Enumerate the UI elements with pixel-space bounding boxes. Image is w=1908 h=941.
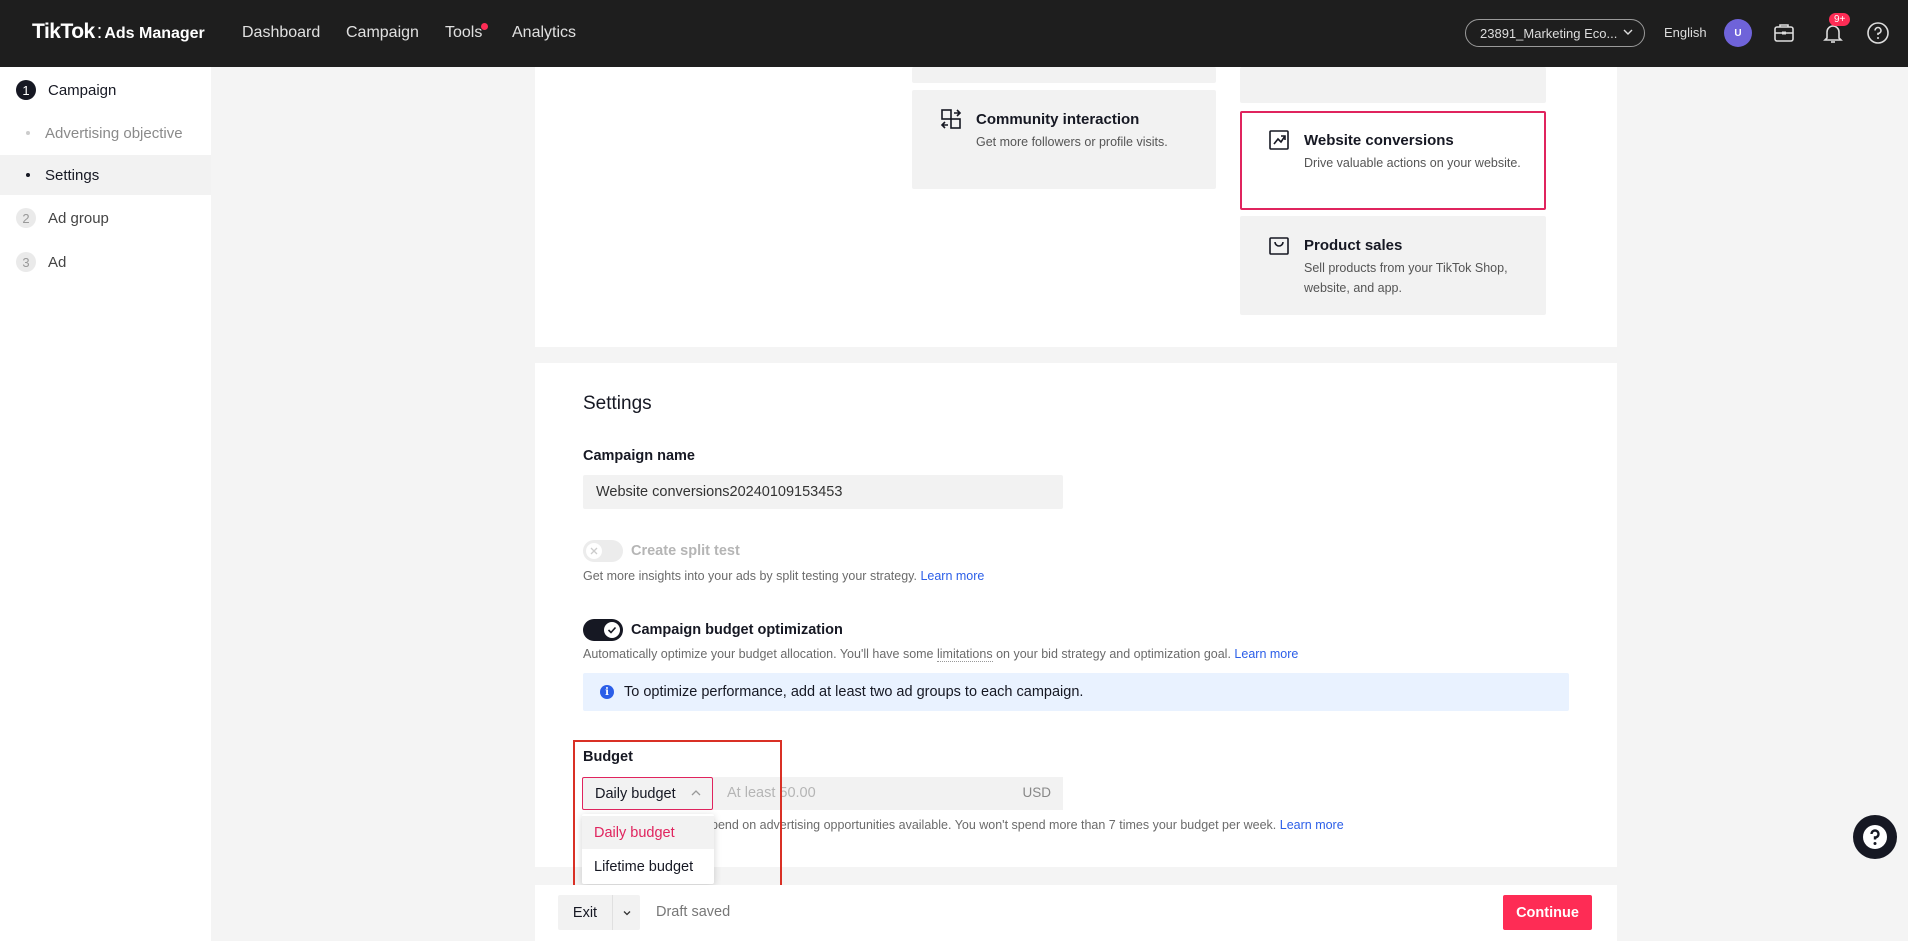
logo-main-text: TikTok [32, 20, 95, 43]
chevron-up-icon [690, 787, 702, 803]
step-number: 1 [16, 80, 36, 100]
logo-separator: : [96, 21, 103, 43]
language-selector[interactable]: English [1664, 25, 1707, 40]
account-name: 23891_Marketing Eco... [1480, 26, 1618, 41]
draft-saved-status: Draft saved [656, 904, 731, 920]
objective-title: Website conversions [1304, 132, 1454, 149]
budget-helper: pend on advertising opportunities availa… [711, 818, 1344, 832]
question-icon [1863, 825, 1887, 849]
step-label: Campaign [48, 81, 117, 99]
exit-button[interactable]: Exit [558, 895, 613, 930]
user-avatar[interactable]: U [1724, 19, 1752, 47]
settings-section-title: Settings [583, 393, 652, 414]
budget-label: Budget [583, 749, 633, 765]
nav-analytics[interactable]: Analytics [512, 24, 576, 42]
split-test-label: Create split test [631, 543, 740, 559]
briefcase-icon[interactable] [1770, 19, 1798, 47]
step-label: Ad [48, 253, 67, 271]
learn-more-link[interactable]: Learn more [920, 569, 984, 583]
campaign-name-input[interactable]: Website conversions20240109153453 [583, 475, 1063, 509]
campaign-budget-optimization-label: Campaign budget optimization [631, 622, 843, 638]
objective-community-interaction[interactable]: Community interaction Get more followers… [912, 90, 1216, 189]
account-selector[interactable]: 23891_Marketing Eco... [1465, 19, 1645, 47]
split-test-toggle[interactable] [583, 540, 623, 562]
substep-label: Settings [45, 166, 100, 184]
budget-placeholder: At least 50.00 [727, 785, 816, 801]
shopping-bag-icon [1269, 237, 1289, 255]
substep-dot [26, 131, 30, 135]
budget-amount-input[interactable]: At least 50.00 USD [713, 777, 1063, 810]
budget-type-select[interactable]: Daily budget [582, 777, 713, 810]
cbo-helper: Automatically optimize your budget alloc… [583, 647, 1298, 662]
step-campaign[interactable]: 1 Campaign [16, 80, 116, 100]
chevron-down-icon [1622, 26, 1634, 41]
substep-dot [26, 173, 30, 177]
step-ad-group[interactable]: 2 Ad group [16, 208, 109, 228]
objective-title: Product sales [1304, 237, 1403, 254]
exit-options-button[interactable] [613, 895, 640, 930]
step-number: 3 [16, 252, 36, 272]
close-icon [586, 543, 602, 559]
tiktok-ads-manager-logo[interactable]: TikTok : Ads Manager [32, 20, 205, 44]
objective-description: Sell products from your TikTok Shop, web… [1304, 261, 1508, 295]
chevron-down-icon [623, 910, 630, 915]
step-number: 2 [16, 208, 36, 228]
info-banner-text: To optimize performance, add at least tw… [624, 684, 1084, 700]
step-ad[interactable]: 3 Ad [16, 252, 66, 272]
help-icon[interactable] [1864, 19, 1892, 47]
nav-dashboard[interactable]: Dashboard [242, 24, 320, 42]
budget-currency: USD [1022, 785, 1051, 800]
trend-up-icon [1269, 130, 1289, 150]
nav-tools[interactable]: Tools [445, 24, 482, 42]
dropdown-option-lifetime-budget[interactable]: Lifetime budget [582, 850, 714, 883]
info-icon: i [600, 685, 614, 699]
logo-sub-text: Ads Manager [104, 25, 205, 42]
cbo-help-text-end: on your bid strategy and optimization go… [996, 647, 1231, 661]
campaign-budget-optimization-toggle[interactable] [583, 619, 623, 641]
objective-tile-partial[interactable] [912, 67, 1216, 83]
substep-advertising-objective[interactable]: Advertising objective [0, 113, 211, 153]
community-icon [940, 109, 962, 129]
split-test-help-text: Get more insights into your ads by split… [583, 569, 917, 583]
continue-button[interactable]: Continue [1503, 895, 1592, 930]
top-navigation-bar: TikTok : Ads Manager Dashboard Campaign … [0, 0, 1908, 67]
tools-notification-dot [481, 23, 488, 30]
objective-product-sales[interactable]: Product sales Sell products from your Ti… [1240, 216, 1546, 315]
substep-settings[interactable]: Settings [0, 155, 211, 195]
help-fab-button[interactable] [1853, 815, 1897, 859]
budget-help-text: pend on advertising opportunities availa… [711, 818, 1277, 832]
dropdown-option-daily-budget[interactable]: Daily budget [582, 816, 714, 849]
campaign-steps-sidebar: 1 Campaign Advertising objective Setting… [0, 67, 211, 941]
substep-label: Advertising objective [45, 124, 183, 142]
budget-type-value: Daily budget [595, 786, 676, 802]
objective-title: Community interaction [976, 111, 1140, 128]
objective-tile-partial[interactable] [1240, 67, 1546, 103]
objective-description: Drive valuable actions on your website. [1304, 156, 1521, 170]
exit-button-group: Exit [558, 895, 640, 930]
cbo-help-text: Automatically optimize your budget alloc… [583, 647, 934, 661]
limitations-link[interactable]: limitations [937, 647, 993, 662]
learn-more-link[interactable]: Learn more [1234, 647, 1298, 661]
objective-website-conversions[interactable]: Website conversions Drive valuable actio… [1240, 111, 1546, 210]
objective-description: Get more followers or profile visits. [976, 135, 1168, 149]
split-test-helper: Get more insights into your ads by split… [583, 569, 984, 583]
budget-type-dropdown: Daily budget Lifetime budget [582, 814, 714, 884]
nav-campaign[interactable]: Campaign [346, 24, 419, 42]
check-icon [604, 622, 620, 638]
notification-badge: 9+ [1829, 13, 1851, 26]
learn-more-link[interactable]: Learn more [1280, 818, 1344, 832]
campaign-name-label: Campaign name [583, 448, 695, 464]
step-label: Ad group [48, 209, 109, 227]
info-banner: i To optimize performance, add at least … [583, 673, 1569, 711]
